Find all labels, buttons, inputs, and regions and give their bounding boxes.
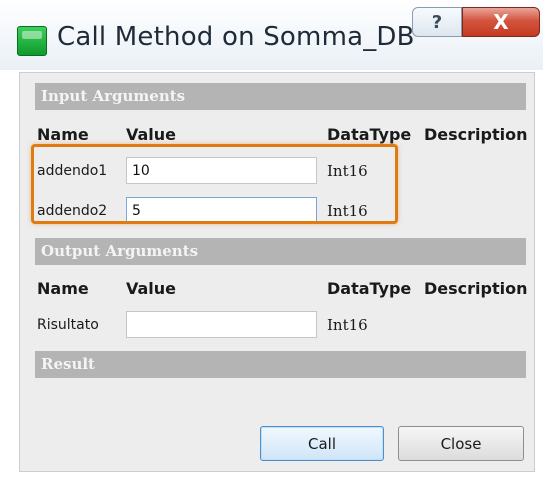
output-arguments-header: Output Arguments (35, 238, 526, 265)
app-icon (17, 26, 47, 56)
arg-datatype-risultato: Int16 (327, 316, 368, 334)
output-col-datatype: DataType (327, 279, 412, 298)
input-col-datatype: DataType (327, 125, 412, 144)
question-mark-icon: ? (431, 11, 443, 33)
arg-name-addendo1: addendo1 (37, 163, 108, 179)
input-col-name: Name (37, 125, 89, 144)
help-button[interactable]: ? (412, 7, 462, 37)
call-button[interactable]: Call (260, 426, 384, 461)
arg-datatype-addendo1: Int16 (327, 162, 368, 180)
call-method-dialog: Call Method on Somma_DB ? X Input Argume… (0, 0, 543, 486)
addendo2-value-input[interactable] (126, 197, 317, 224)
arg-name-risultato: Risultato (37, 317, 99, 333)
input-arguments-header: Input Arguments (35, 83, 526, 110)
output-col-value: Value (126, 279, 177, 298)
addendo1-value-input[interactable] (126, 157, 317, 184)
result-header: Result (35, 351, 526, 378)
output-col-name: Name (37, 279, 89, 298)
arg-datatype-addendo2: Int16 (327, 202, 368, 220)
close-button[interactable]: Close (398, 426, 524, 461)
window-close-button[interactable]: X (462, 7, 540, 37)
dialog-content: Input Arguments Name Value DataType Desc… (19, 72, 535, 472)
arg-name-addendo2: addendo2 (37, 203, 108, 219)
output-col-description: Description (424, 279, 528, 298)
title-bar[interactable]: Call Method on Somma_DB ? X (0, 0, 543, 70)
input-col-description: Description (424, 125, 528, 144)
window-title: Call Method on Somma_DB (57, 22, 415, 52)
close-icon: X (493, 10, 509, 34)
risultato-value-input[interactable] (126, 311, 317, 338)
input-col-value: Value (126, 125, 177, 144)
